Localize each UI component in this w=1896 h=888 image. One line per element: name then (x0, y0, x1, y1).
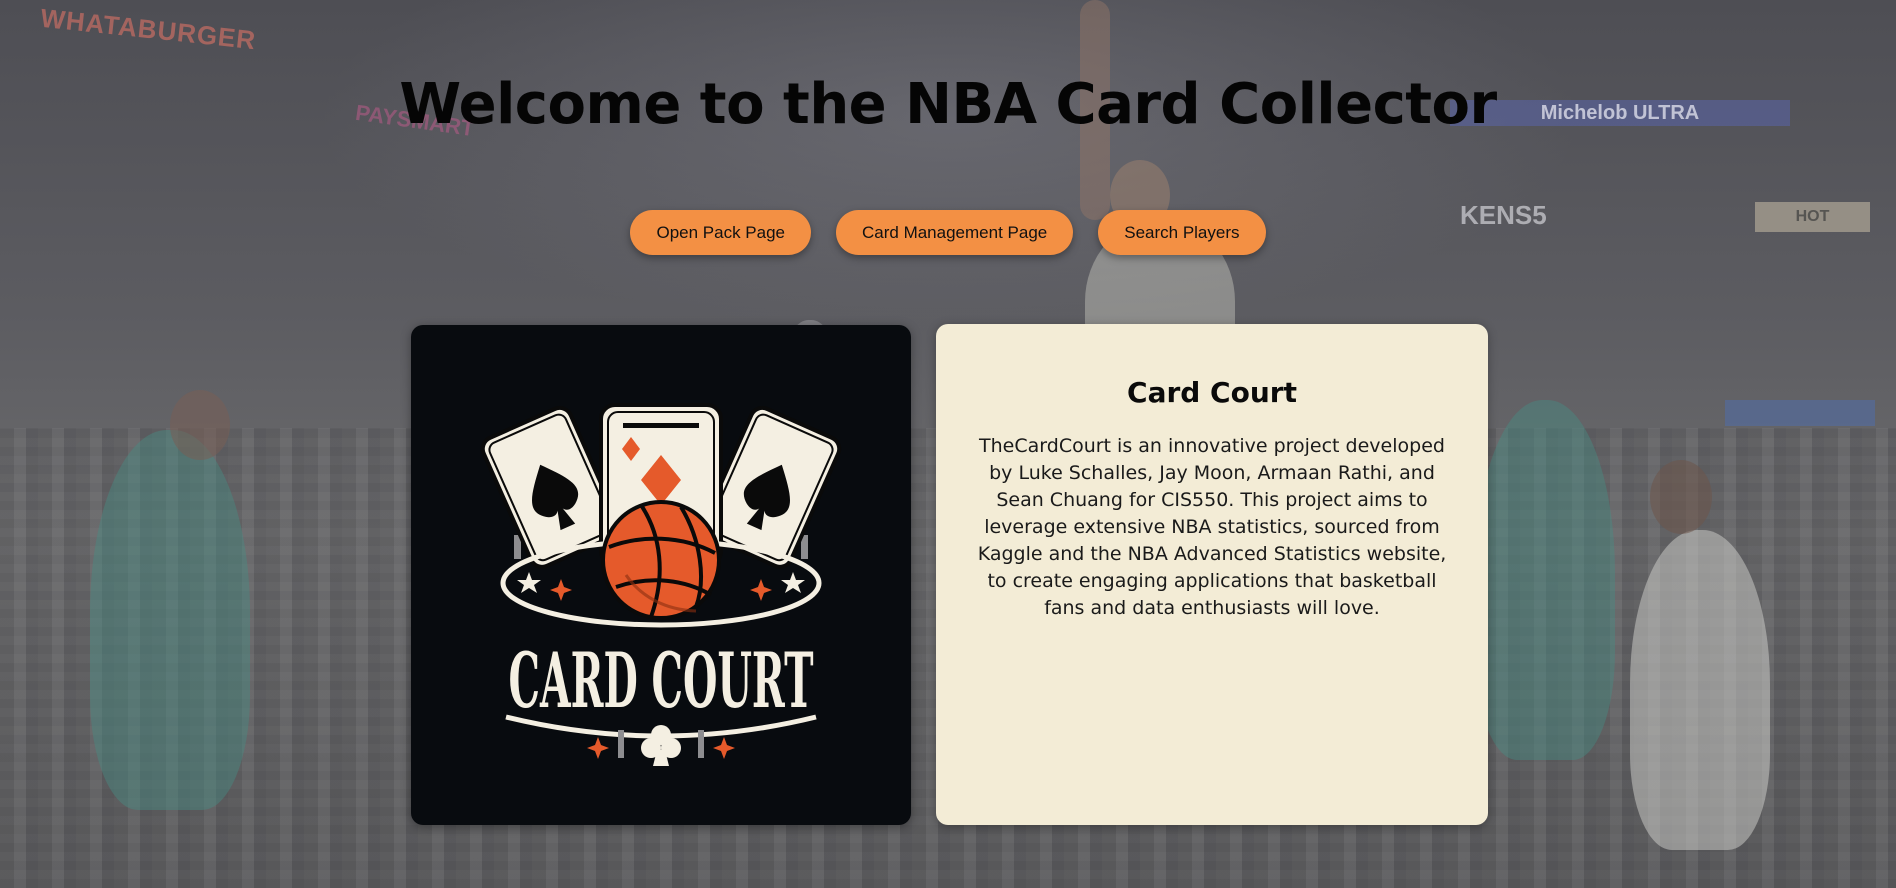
info-card-title: Card Court (1127, 376, 1297, 409)
open-pack-page-button[interactable]: Open Pack Page (630, 210, 811, 255)
search-players-button[interactable]: Search Players (1098, 210, 1266, 255)
nav-button-group: Open Pack Page Card Management Page Sear… (0, 210, 1896, 255)
card-management-page-button[interactable]: Card Management Page (836, 210, 1074, 255)
sparkle-icon (750, 579, 772, 601)
logo-wordmark: CARD COURT (509, 636, 814, 725)
background-player (90, 430, 250, 810)
card-court-logo-card: CARD COURT (411, 325, 911, 825)
background-player-head (170, 390, 230, 460)
sparkle-icon (550, 579, 572, 601)
club-icon (641, 725, 681, 766)
basketball-icon (601, 500, 721, 620)
background-player (1630, 530, 1770, 850)
about-info-card: Card Court TheCardCourt is an innovative… (936, 324, 1488, 825)
info-card-description: TheCardCourt is an innovative project de… (977, 435, 1447, 619)
sparkle-icon (587, 737, 609, 759)
arena-sign-blue-banner (1725, 400, 1875, 426)
page-title: Welcome to the NBA Card Collector (399, 72, 1497, 137)
background-player (1475, 400, 1615, 760)
star-icon (517, 572, 541, 593)
background-player-head (1650, 460, 1712, 534)
arena-sign-whataburger: WHATABURGER (39, 2, 258, 56)
sparkle-icon (713, 737, 735, 759)
card-court-logo: CARD COURT (480, 403, 842, 766)
star-icon (781, 572, 805, 593)
